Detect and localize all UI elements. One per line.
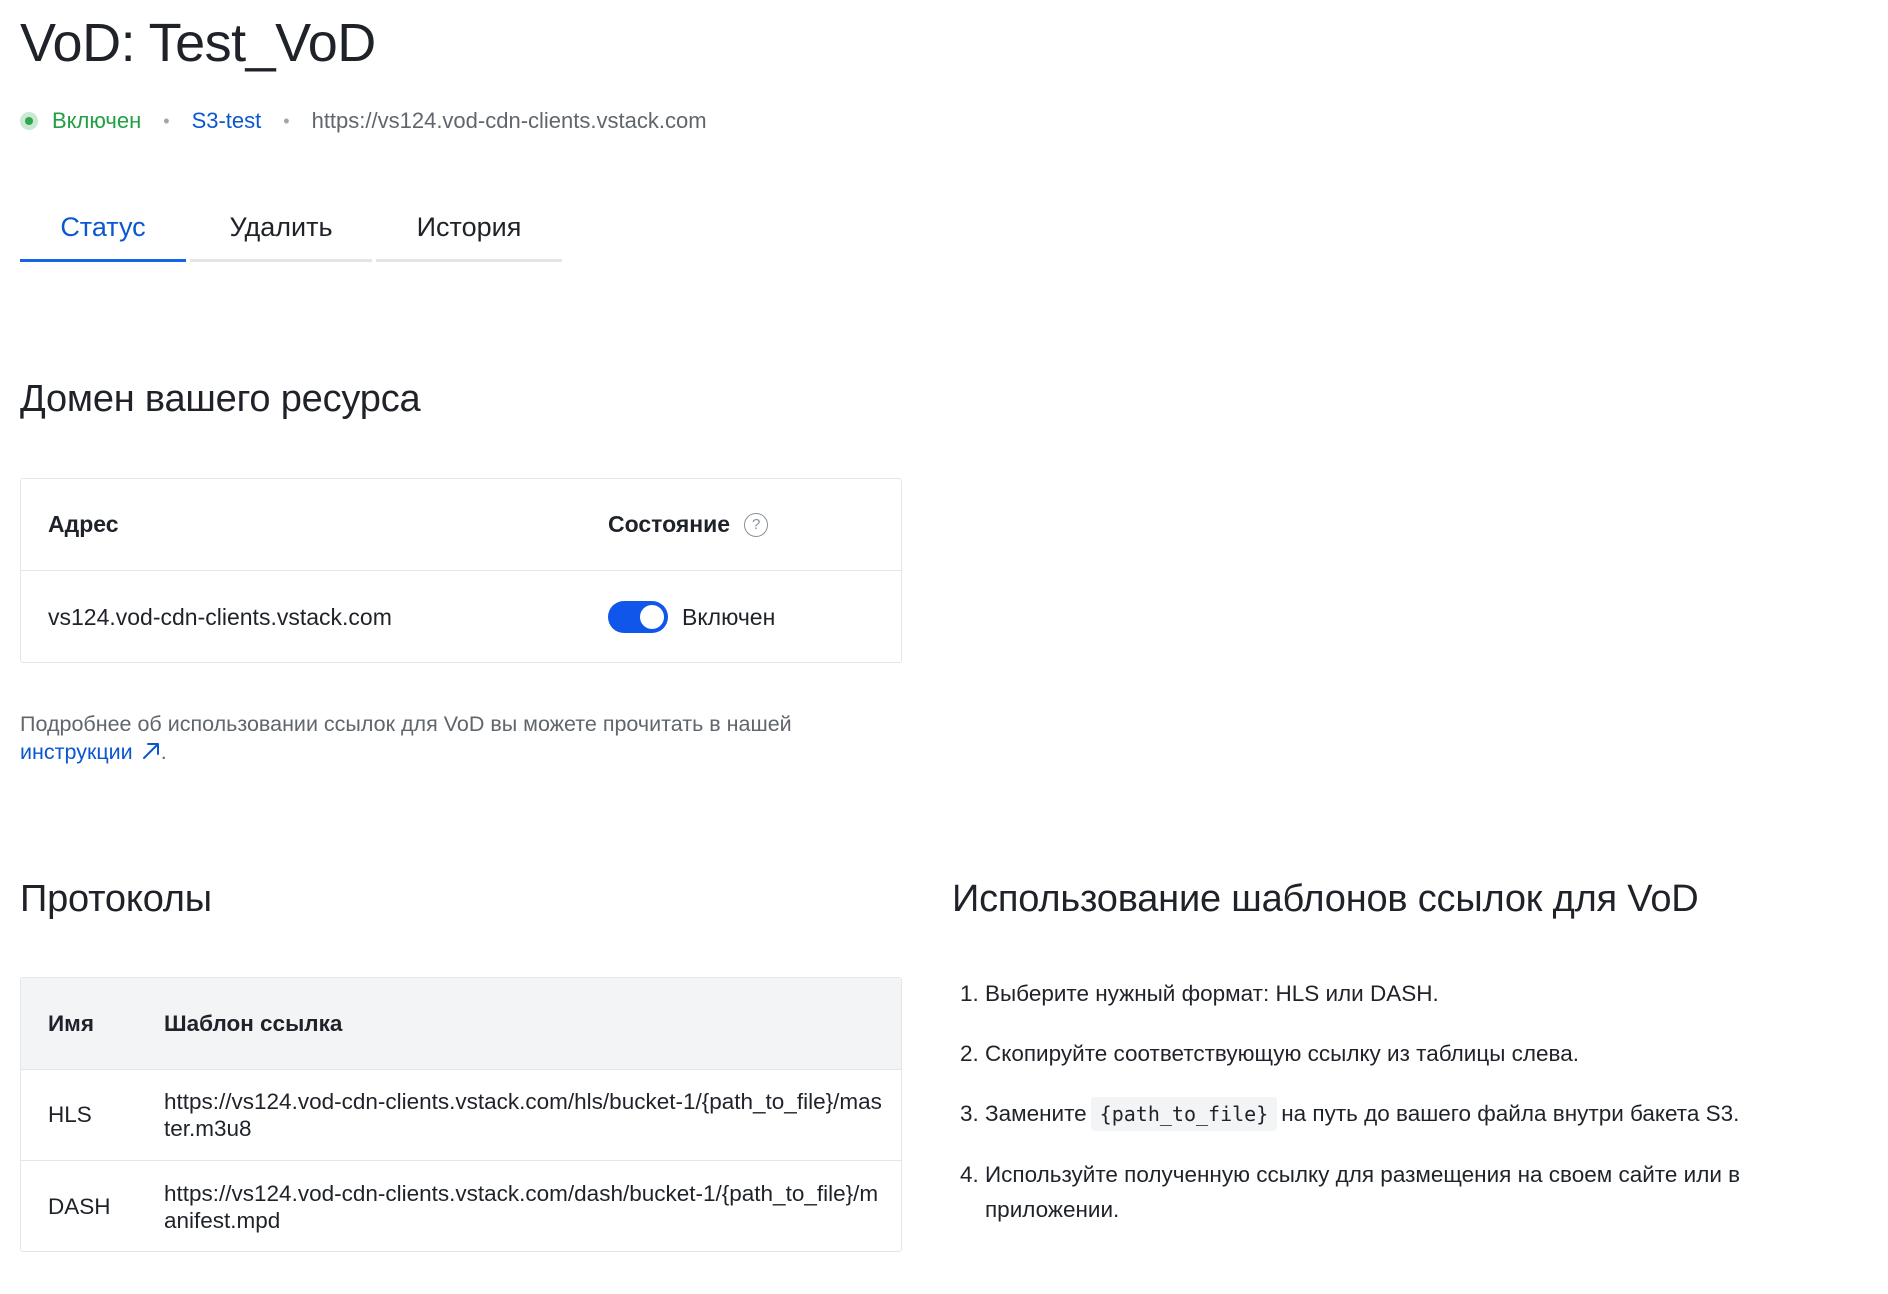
- external-link-arrow-icon: [142, 743, 159, 759]
- info-text-body: Подробнее об использовании ссылок для Vo…: [20, 712, 792, 736]
- tab-history[interactable]: История: [376, 196, 562, 262]
- info-suffix: .: [160, 740, 167, 764]
- domain-state-label: Включен: [682, 603, 776, 630]
- table-row: HLS https://vs124.vod-cdn-clients.vstack…: [21, 1070, 901, 1161]
- table-row: DASH https://vs124.vod-cdn-clients.vstac…: [21, 1161, 901, 1252]
- list-item: Выберите нужный формат: HLS или DASH.: [985, 976, 1812, 1011]
- tab-delete[interactable]: Удалить: [190, 196, 372, 262]
- table-row: vs124.vod-cdn-clients.vstack.com Включен: [21, 571, 901, 663]
- protocols-section-title: Протоколы: [20, 878, 212, 920]
- tab-bar: Статус Удалить История: [20, 196, 566, 262]
- bullet-separator-icon: •: [163, 110, 170, 131]
- list-item: Скопируйте соответствующую ссылку из таб…: [985, 1036, 1812, 1071]
- protocol-name: DASH: [48, 1193, 111, 1219]
- domain-address: vs124.vod-cdn-clients.vstack.com: [48, 603, 392, 630]
- address-column-header: Адрес: [48, 511, 119, 537]
- list-item: Используйте полученную ссылку для размещ…: [985, 1157, 1812, 1227]
- name-column-header: Имя: [48, 1010, 94, 1036]
- table-header-row: Имя Шаблон ссылка: [21, 978, 901, 1070]
- status-dot-icon: [20, 112, 38, 130]
- state-column-header: Состояние ?: [608, 511, 769, 538]
- status-label: Включен: [52, 108, 142, 133]
- page-title: VoD: Test_VoD: [20, 13, 376, 73]
- protocols-table: Имя Шаблон ссылка HLS https://vs124.vod-…: [20, 977, 902, 1252]
- list-item: Замените{path_to_file}на путь до вашего …: [985, 1096, 1812, 1132]
- protocol-template-link[interactable]: https://vs124.vod-cdn-clients.vstack.com…: [164, 1088, 884, 1142]
- domain-table: Адрес Состояние ? vs124.vod-cdn-clients.…: [20, 478, 902, 663]
- question-mark-icon[interactable]: ?: [744, 512, 769, 537]
- table-header-row: Адрес Состояние ?: [21, 479, 901, 571]
- guide-section-title: Использование шаблонов ссылок для VoD: [952, 878, 1699, 920]
- domain-enabled-toggle[interactable]: [608, 601, 668, 633]
- path-placeholder-code: {path_to_file}: [1090, 1097, 1278, 1131]
- resource-url: https://vs124.vod-cdn-clients.vstack.com: [311, 108, 707, 133]
- template-column-header: Шаблон ссылка: [164, 1011, 343, 1036]
- step-text-before: Замените: [985, 1101, 1087, 1126]
- step-text-after: на путь до вашего файла внутри бакета S3…: [1281, 1101, 1740, 1126]
- instruction-info-text: Подробнее об использовании ссылок для Vo…: [20, 710, 920, 766]
- instruction-link-label: инструкции: [20, 740, 133, 764]
- domain-section-title: Домен вашего ресурса: [20, 378, 421, 420]
- vod-resource-page: VoD: Test_VoD Включен • S3-test • https:…: [0, 0, 1888, 1294]
- tab-status[interactable]: Статус: [20, 196, 186, 262]
- instruction-link[interactable]: инструкции: [20, 740, 161, 764]
- state-header-label: Состояние: [608, 511, 731, 537]
- domain-state-cell: Включен: [608, 601, 775, 633]
- bucket-link[interactable]: S3-test: [192, 108, 262, 134]
- resource-meta-row: Включен • S3-test • https://vs124.vod-cd…: [20, 103, 707, 139]
- protocol-template-link[interactable]: https://vs124.vod-cdn-clients.vstack.com…: [164, 1180, 884, 1234]
- guide-steps: Выберите нужный формат: HLS или DASH. Ск…: [952, 976, 1812, 1252]
- bullet-separator-icon: •: [283, 110, 290, 131]
- protocol-name: HLS: [48, 1102, 92, 1127]
